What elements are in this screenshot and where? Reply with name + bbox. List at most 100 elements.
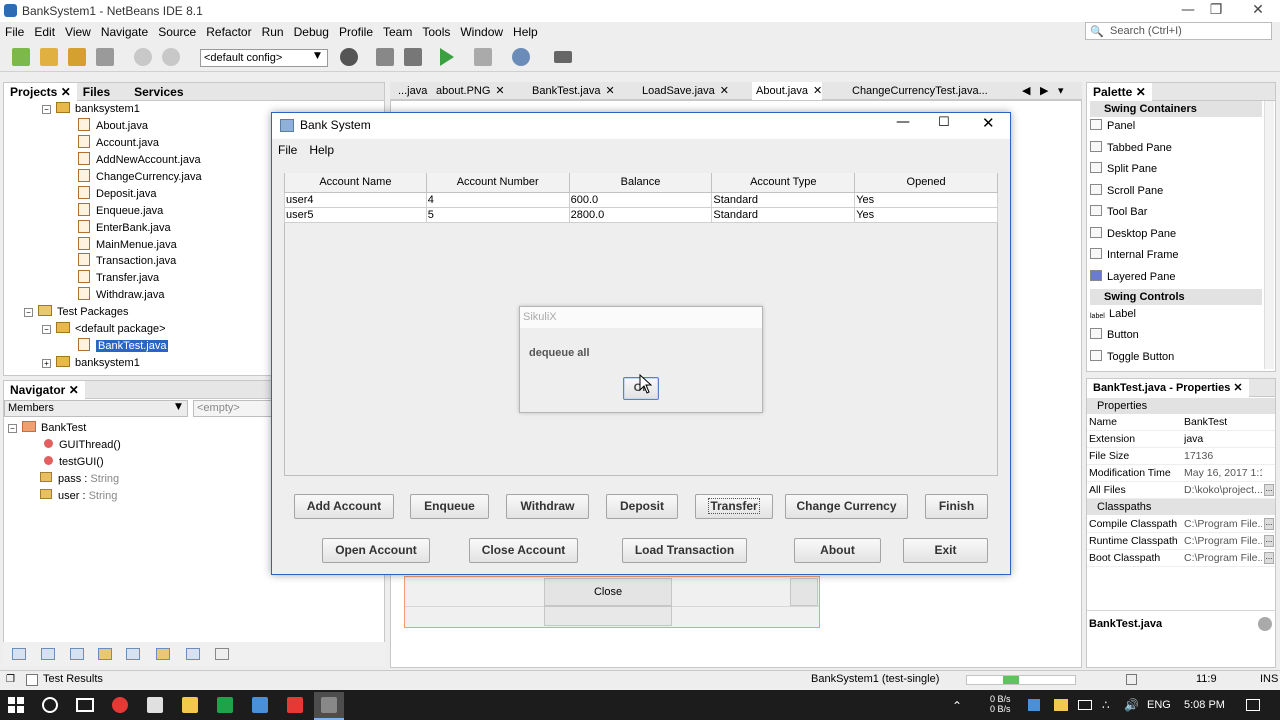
filter-icon[interactable] bbox=[126, 648, 140, 660]
tree-file[interactable]: ChangeCurrency.java bbox=[78, 169, 202, 185]
notification-icon[interactable] bbox=[1126, 674, 1137, 685]
ellipsis-button[interactable]: ... bbox=[1264, 535, 1274, 547]
bank-menu-file[interactable]: File bbox=[273, 140, 302, 160]
nav-field[interactable]: user : String bbox=[40, 488, 117, 504]
filter-icon[interactable] bbox=[41, 648, 55, 660]
table-row[interactable]: user5 5 2800.0 Standard Yes bbox=[284, 206, 998, 223]
open-project-icon[interactable] bbox=[68, 48, 86, 66]
collapse-icon[interactable]: − bbox=[42, 325, 51, 334]
clean-build-icon[interactable] bbox=[404, 48, 422, 66]
language-indicator[interactable]: ENG bbox=[1147, 699, 1171, 711]
redo-icon[interactable] bbox=[162, 48, 180, 66]
bank-menu-help[interactable]: Help bbox=[304, 140, 339, 160]
search-input[interactable]: Search (Ctrl+I) bbox=[1085, 22, 1272, 40]
globe-icon[interactable] bbox=[340, 48, 358, 66]
add-account-button[interactable]: Add Account bbox=[294, 494, 394, 519]
tree-file[interactable]: AddNewAccount.java bbox=[78, 152, 201, 168]
menu-navigate[interactable]: Navigate bbox=[96, 22, 153, 42]
close-icon[interactable]: ✕ bbox=[720, 85, 729, 97]
mail-icon[interactable] bbox=[147, 697, 163, 713]
file-explorer-icon[interactable] bbox=[182, 697, 198, 713]
table-cell[interactable]: 4 bbox=[425, 191, 570, 208]
members-select[interactable]: Members bbox=[4, 400, 188, 417]
maximize-icon[interactable]: ☐ bbox=[938, 115, 950, 130]
windows-start-icon[interactable] bbox=[8, 697, 24, 713]
change-currency-button[interactable]: Change Currency bbox=[785, 494, 908, 519]
table-cell[interactable]: user4 bbox=[284, 191, 427, 208]
load-transaction-button[interactable]: Load Transaction bbox=[622, 538, 747, 563]
menu-run[interactable]: Run bbox=[257, 22, 289, 42]
menu-file[interactable]: File bbox=[0, 22, 29, 42]
tree-file[interactable]: Enqueue.java bbox=[78, 203, 163, 219]
battery-icon[interactable] bbox=[1078, 700, 1092, 710]
network-icon[interactable]: ∴ bbox=[1102, 698, 1110, 712]
task-view-icon[interactable] bbox=[76, 698, 94, 712]
sort-icon[interactable] bbox=[215, 648, 229, 660]
table-cell[interactable]: Yes bbox=[854, 206, 998, 223]
menu-edit[interactable]: Edit bbox=[29, 22, 60, 42]
nav-method[interactable]: GUIThread() bbox=[44, 437, 121, 453]
profile-icon[interactable] bbox=[512, 48, 530, 66]
tab-list-icon[interactable]: ▾ bbox=[1054, 82, 1064, 100]
deposit-button[interactable]: Deposit bbox=[606, 494, 678, 519]
tree-file[interactable]: Account.java bbox=[78, 135, 159, 151]
cortana-icon[interactable] bbox=[42, 697, 58, 713]
close-icon[interactable]: ✕ bbox=[61, 85, 71, 99]
table-cell[interactable]: 5 bbox=[425, 206, 570, 223]
palette-item-layered-pane[interactable]: Layered Pane bbox=[1090, 269, 1176, 285]
close-icon[interactable]: ✕ bbox=[605, 85, 614, 97]
minimize-icon[interactable]: — bbox=[896, 114, 910, 130]
palette-item-scroll-pane[interactable]: Scroll Pane bbox=[1090, 183, 1163, 199]
menu-window[interactable]: Window bbox=[455, 22, 508, 42]
table-cell[interactable]: Yes bbox=[854, 191, 998, 208]
tab-banktest[interactable]: BankTest.java ✕ bbox=[528, 82, 615, 100]
close-icon[interactable]: ✕ bbox=[1238, 0, 1278, 22]
palette-item-label[interactable]: label Label bbox=[1090, 306, 1136, 322]
palette-item-button[interactable]: Button bbox=[1090, 327, 1139, 343]
expand-icon[interactable]: + bbox=[42, 359, 51, 368]
tab-navigator[interactable]: Navigator ✕ bbox=[4, 380, 85, 399]
filter-icon[interactable] bbox=[98, 648, 112, 660]
withdraw-button[interactable]: Withdraw bbox=[506, 494, 589, 519]
close-account-button[interactable]: Close Account bbox=[469, 538, 578, 563]
app-tray-icon[interactable] bbox=[1028, 699, 1040, 711]
table-cell[interactable]: Standard bbox=[711, 206, 856, 223]
close-icon[interactable]: ✕ bbox=[69, 383, 79, 397]
new-project-icon[interactable] bbox=[40, 48, 58, 66]
close-icon[interactable]: ✕ bbox=[813, 85, 822, 97]
scroll-left-icon[interactable]: ◀ bbox=[1018, 82, 1030, 100]
close-icon[interactable]: ✕ bbox=[982, 114, 995, 132]
close-icon[interactable]: ✕ bbox=[495, 85, 504, 97]
java-app-icon[interactable] bbox=[321, 697, 337, 713]
tree-file[interactable]: Withdraw.java bbox=[78, 287, 164, 303]
property-row[interactable]: All Files D:\koko\project...... bbox=[1087, 482, 1275, 499]
drive-icon[interactable] bbox=[1054, 699, 1068, 711]
tree-file[interactable]: Transaction.java bbox=[78, 253, 176, 269]
save-all-icon[interactable] bbox=[96, 48, 114, 66]
tab-files[interactable]: Files bbox=[77, 83, 116, 101]
undo-icon[interactable] bbox=[134, 48, 152, 66]
tree-file[interactable]: Deposit.java bbox=[78, 186, 157, 202]
ellipsis-button[interactable]: ... bbox=[1264, 484, 1274, 496]
chrome-icon[interactable] bbox=[112, 697, 128, 713]
menu-view[interactable]: View bbox=[60, 22, 96, 42]
filter-icon[interactable] bbox=[12, 648, 26, 660]
menu-debug[interactable]: Debug bbox=[289, 22, 334, 42]
tab-about[interactable]: About.java ✕ bbox=[752, 82, 823, 100]
column-header-account-type[interactable]: Account Type bbox=[711, 173, 856, 193]
chevron-up-icon[interactable]: ⌃ bbox=[952, 699, 962, 713]
tab-properties[interactable]: BankTest.java - Properties ✕ bbox=[1087, 378, 1249, 397]
tree-file[interactable]: About.java bbox=[78, 118, 148, 134]
palette-item-panel[interactable]: Panel bbox=[1090, 118, 1135, 134]
collapse-icon[interactable]: − bbox=[42, 105, 51, 114]
screenshot-icon[interactable] bbox=[554, 51, 572, 63]
ellipsis-button[interactable]: ... bbox=[1264, 552, 1274, 564]
camtasia-icon[interactable] bbox=[217, 697, 233, 713]
tab-changecurrencytest[interactable]: ChangeCurrencyTest.java... bbox=[848, 82, 988, 100]
help-icon[interactable] bbox=[1258, 617, 1272, 631]
enqueue-button[interactable]: Enqueue bbox=[410, 494, 489, 519]
menu-tools[interactable]: Tools bbox=[417, 22, 455, 42]
transfer-button[interactable]: Transfer bbox=[695, 494, 773, 519]
maximize-icon[interactable]: ❐ bbox=[1196, 0, 1236, 22]
nav-field[interactable]: pass : String bbox=[40, 471, 119, 487]
